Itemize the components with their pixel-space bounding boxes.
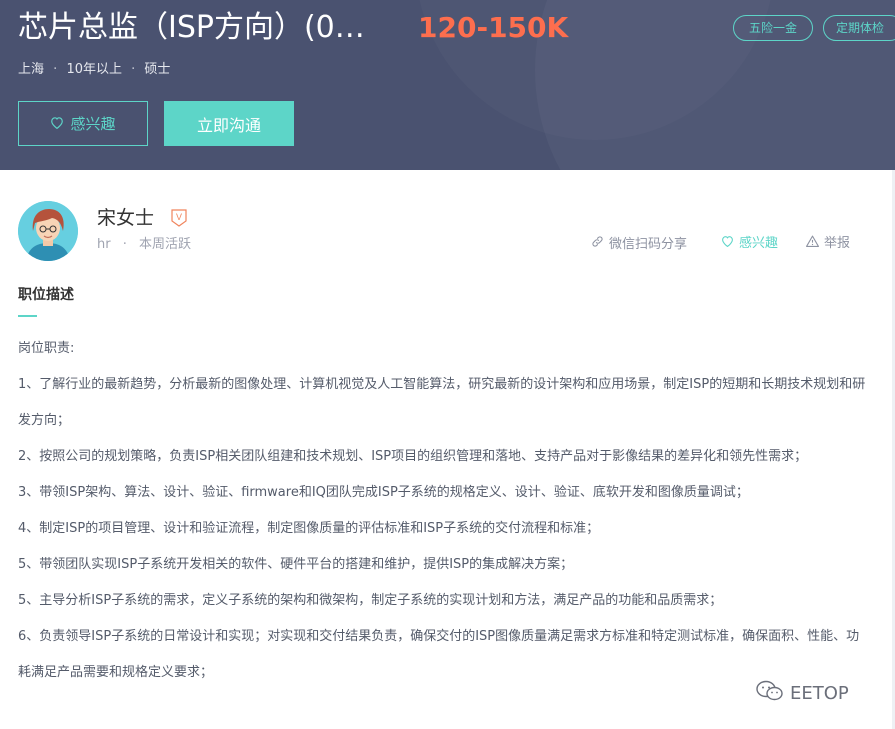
wechat-share-link[interactable]: 微信扫码分享 [591, 235, 687, 254]
watermark-text: EETOP [790, 683, 849, 704]
job-description: 岗位职责: 1、了解行业的最新趋势，分析最新的图像处理、计算机视觉及人工智能算法… [18, 331, 868, 691]
recruiter-avatar [18, 201, 78, 261]
link-icon [591, 235, 604, 254]
vip-badge-icon: V [171, 209, 187, 227]
recruiter-role: hr [97, 237, 111, 252]
recruiter-meta: hr · 本周活跃 [97, 236, 191, 254]
interest-button[interactable]: 感兴趣 [18, 101, 148, 146]
heart-icon [721, 235, 734, 253]
job-header: 芯片总监（ISP方向）(0… 120-150K 五险一金 定期体检 上海 · 1… [0, 0, 895, 170]
job-education: 硕士 [144, 62, 171, 77]
salary: 120-150K [418, 11, 569, 44]
section-title: 职位描述 [18, 287, 74, 303]
report-label: 举报 [824, 236, 851, 251]
job-meta: 上海 · 10年以上 · 硕士 [18, 60, 170, 80]
wechat-icon [756, 680, 784, 707]
description-line: 4、制定ISP的项目管理、设计和验证流程，制定图像质量的评估标准和ISP子系统的… [18, 521, 600, 536]
meta-separator: · [53, 62, 58, 77]
job-experience: 10年以上 [66, 62, 122, 77]
report-link[interactable]: 举报 [806, 235, 850, 253]
recruiter-name: 宋女士 [97, 207, 155, 229]
chat-now-button[interactable]: 立即沟通 [164, 101, 294, 146]
meta-separator: · [122, 237, 127, 252]
chat-now-button-label: 立即沟通 [196, 115, 261, 135]
interest-button-label: 感兴趣 [70, 115, 116, 133]
description-line: 1、了解行业的最新趋势，分析最新的图像处理、计算机视觉及人工智能算法，研究最新的… [18, 377, 866, 428]
meta-separator: · [131, 62, 136, 77]
section-underline [18, 315, 37, 317]
share-label: 微信扫码分享 [609, 236, 688, 252]
description-line: 5、带领团队实现ISP子系统开发相关的软件、硬件平台的搭建和维护，提供ISP的集… [18, 557, 574, 572]
description-line: 6、负责领导ISP子系统的日常设计和实现；对实现和交付结果负责，确保交付的ISP… [18, 629, 860, 680]
description-line: 岗位职责: [18, 341, 75, 356]
job-location: 上海 [18, 62, 45, 77]
recruiter-activity: 本周活跃 [139, 237, 192, 252]
interest-label: 感兴趣 [739, 236, 779, 251]
benefit-tag: 定期体检 [823, 15, 895, 41]
heart-icon [50, 115, 64, 133]
benefit-tag: 五险一金 [733, 15, 813, 41]
watermark: EETOP [756, 680, 849, 707]
warning-icon [806, 235, 819, 253]
description-line: 5、主导分析ISP子系统的需求，定义子系统的架构和微架构，制定子系统的实现计划和… [18, 593, 723, 608]
description-line: 2、按照公司的规划策略，负责ISP相关团队组建和技术规划、ISP项目的组织管理和… [18, 449, 808, 464]
interest-link[interactable]: 感兴趣 [721, 235, 778, 253]
job-title: 芯片总监（ISP方向）(0… [18, 10, 365, 45]
vip-badge-label: V [176, 212, 182, 222]
description-line: 3、带领ISP架构、算法、设计、验证、firmware和IQ团队完成ISP子系统… [18, 485, 749, 500]
